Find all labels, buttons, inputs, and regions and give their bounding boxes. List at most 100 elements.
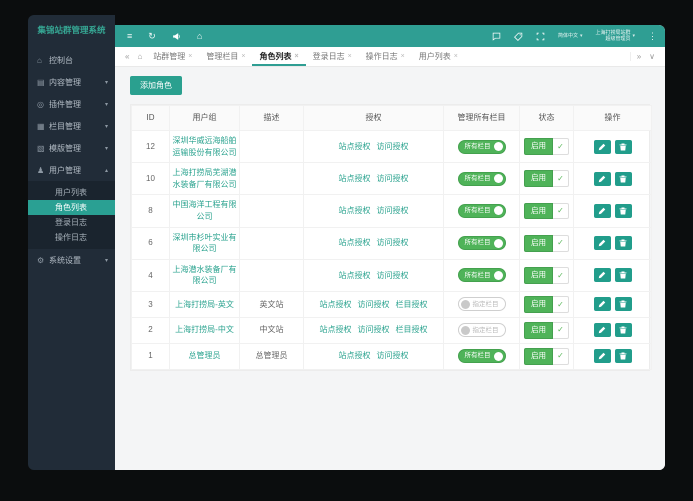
message-icon[interactable] — [492, 32, 501, 41]
status-check-icon[interactable]: ✓ — [553, 267, 569, 284]
permission-link[interactable]: 访问授权 — [358, 300, 390, 309]
edit-button[interactable] — [594, 268, 611, 282]
scope-toggle[interactable]: 所有栏目 — [458, 349, 506, 363]
scope-toggle[interactable]: 所有栏目 — [458, 140, 506, 154]
tab-close-icon[interactable]: × — [188, 47, 192, 66]
delete-button[interactable] — [615, 236, 632, 250]
role-group-link[interactable]: 上海潜水装备厂有限公司 — [173, 265, 237, 286]
language-dropdown[interactable]: 简体中文▾ — [558, 33, 583, 40]
permission-link[interactable]: 栏目授权 — [396, 300, 428, 309]
permission-link[interactable]: 站点授权 — [339, 238, 371, 247]
role-group-link[interactable]: 深圳华威远海船舶运输股份有限公司 — [173, 136, 237, 157]
scope-toggle[interactable]: 所有栏目 — [458, 204, 506, 218]
tab-close-icon[interactable]: × — [348, 47, 352, 66]
tab-item[interactable]: 用户列表× — [412, 47, 465, 66]
enable-button[interactable]: 启用 — [524, 203, 553, 220]
delete-button[interactable] — [615, 323, 632, 337]
fullscreen-icon[interactable] — [536, 32, 545, 41]
enable-button[interactable]: 启用 — [524, 267, 553, 284]
tag-icon[interactable] — [514, 32, 523, 41]
status-check-icon[interactable]: ✓ — [553, 203, 569, 220]
permission-link[interactable]: 访问授权 — [377, 238, 409, 247]
delete-button[interactable] — [615, 140, 632, 154]
enable-button[interactable]: 启用 — [524, 235, 553, 252]
edit-button[interactable] — [594, 172, 611, 186]
home-icon[interactable]: ⌂ — [197, 25, 202, 47]
edit-button[interactable] — [594, 297, 611, 311]
sidebar-item[interactable]: ▧模版管理▾ — [28, 137, 115, 159]
tab-active[interactable]: 角色列表× — [252, 47, 305, 66]
status-check-icon[interactable]: ✓ — [553, 138, 569, 155]
permission-link[interactable]: 站点授权 — [339, 271, 371, 280]
permission-link[interactable]: 访问授权 — [358, 325, 390, 334]
tabs-scroll-right-icon[interactable]: » — [633, 52, 645, 61]
enable-button[interactable]: 启用 — [524, 138, 553, 155]
tab-item[interactable]: 登录日志× — [306, 47, 359, 66]
sidebar-item[interactable]: ⚙系统设置▾ — [28, 249, 115, 271]
sidebar-subitem[interactable]: 操作日志 — [28, 230, 115, 245]
tab-close-icon[interactable]: × — [454, 47, 458, 66]
tab-item[interactable]: 管理栏目× — [199, 47, 252, 66]
status-check-icon[interactable]: ✓ — [553, 296, 569, 313]
role-group-link[interactable]: 上海打捞局-中文 — [175, 325, 234, 334]
permission-link[interactable]: 访问授权 — [377, 142, 409, 151]
add-role-button[interactable]: 添加角色 — [130, 76, 182, 95]
permission-link[interactable]: 访问授权 — [377, 174, 409, 183]
status-check-icon[interactable]: ✓ — [553, 170, 569, 187]
tabs-menu-icon[interactable]: ∨ — [645, 52, 659, 61]
announce-icon[interactable] — [172, 32, 181, 41]
sidebar-subitem[interactable]: 用户列表 — [28, 185, 115, 200]
role-group-link[interactable]: 中国海洋工程有限公司 — [173, 200, 237, 221]
sidebar-item[interactable]: ▤内容管理▾ — [28, 71, 115, 93]
user-dropdown[interactable]: 上海打捞局站群 超级管理员 ▾ — [595, 30, 635, 43]
permission-link[interactable]: 栏目授权 — [396, 325, 428, 334]
status-check-icon[interactable]: ✓ — [553, 322, 569, 339]
status-check-icon[interactable]: ✓ — [553, 348, 569, 365]
sidebar-item[interactable]: ▦栏目管理▾ — [28, 115, 115, 137]
permission-link[interactable]: 站点授权 — [339, 174, 371, 183]
permission-link[interactable]: 站点授权 — [320, 325, 352, 334]
permission-link[interactable]: 站点授权 — [339, 142, 371, 151]
permission-link[interactable]: 站点授权 — [339, 351, 371, 360]
enable-button[interactable]: 启用 — [524, 170, 553, 187]
tab-close-icon[interactable]: × — [401, 47, 405, 66]
scope-toggle[interactable]: 所有栏目 — [458, 172, 506, 186]
scope-toggle[interactable]: 指定栏目 — [458, 323, 506, 337]
role-group-link[interactable]: 深圳市杉叶实业有限公司 — [173, 233, 237, 254]
edit-button[interactable] — [594, 349, 611, 363]
sidebar-item[interactable]: ♟用户管理▴ — [28, 159, 115, 181]
permission-link[interactable]: 站点授权 — [339, 206, 371, 215]
tab-close-icon[interactable]: × — [294, 47, 298, 66]
sidebar-item[interactable]: ⌂控制台 — [28, 49, 115, 71]
menu-fold-icon[interactable]: ≡ — [127, 25, 132, 47]
permission-link[interactable]: 访问授权 — [377, 351, 409, 360]
permission-link[interactable]: 访问授权 — [377, 271, 409, 280]
sidebar-subitem[interactable]: 角色列表 — [28, 200, 115, 215]
role-group-link[interactable]: 总管理员 — [189, 351, 221, 360]
sidebar-item[interactable]: ◎插件管理▾ — [28, 93, 115, 115]
permission-link[interactable]: 站点授权 — [320, 300, 352, 309]
enable-button[interactable]: 启用 — [524, 322, 553, 339]
sidebar-subitem[interactable]: 登录日志 — [28, 215, 115, 230]
scope-toggle[interactable]: 所有栏目 — [458, 268, 506, 282]
delete-button[interactable] — [615, 172, 632, 186]
scope-toggle[interactable]: 所有栏目 — [458, 236, 506, 250]
enable-button[interactable]: 启用 — [524, 348, 553, 365]
edit-button[interactable] — [594, 236, 611, 250]
tab-close-icon[interactable]: × — [241, 47, 245, 66]
refresh-icon[interactable]: ↻ — [148, 25, 156, 47]
status-check-icon[interactable]: ✓ — [553, 235, 569, 252]
tab-item[interactable]: 操作日志× — [359, 47, 412, 66]
edit-button[interactable] — [594, 323, 611, 337]
scope-toggle[interactable]: 指定栏目 — [458, 297, 506, 311]
tabs-scroll-left-icon[interactable]: « — [121, 52, 133, 61]
delete-button[interactable] — [615, 204, 632, 218]
tab-home-icon[interactable]: ⌂ — [133, 52, 146, 61]
edit-button[interactable] — [594, 204, 611, 218]
permission-link[interactable]: 访问授权 — [377, 206, 409, 215]
role-group-link[interactable]: 上海打捞局芜湖潜水装备厂有限公司 — [173, 168, 237, 189]
edit-button[interactable] — [594, 140, 611, 154]
enable-button[interactable]: 启用 — [524, 296, 553, 313]
delete-button[interactable] — [615, 268, 632, 282]
more-menu-icon[interactable]: ⋮ — [648, 31, 657, 42]
